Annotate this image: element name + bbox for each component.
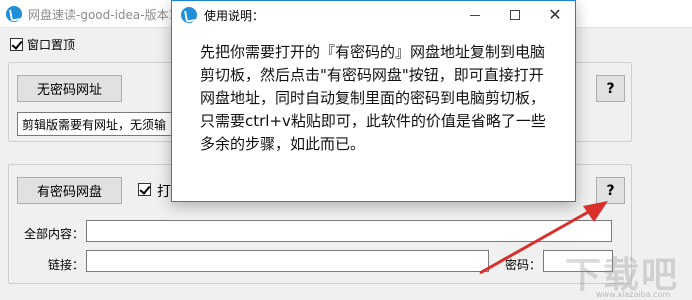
no-password-url-button[interactable]: 无密码网址 — [17, 75, 122, 102]
link-label: 链接： — [48, 258, 85, 272]
app-logo-icon — [181, 7, 197, 23]
with-password-button[interactable]: 有密码网盘 — [17, 177, 122, 204]
topmost-checkbox[interactable] — [10, 38, 23, 51]
link-input[interactable] — [86, 250, 489, 272]
dialog-title: 使用说明： — [204, 9, 265, 23]
minimize-button[interactable] — [455, 1, 495, 29]
all-content-label: 全部内容： — [24, 227, 85, 241]
no-password-help-button[interactable]: ? — [596, 75, 625, 102]
minimize-icon — [470, 14, 480, 16]
main-window-title: 网盘速读-good-idea-版本1 — [28, 8, 177, 22]
instructions-dialog: 使用说明： ✕ 先把你需要打开的『有密码的』网盘地址复制到电脑剪切板，然后点击"… — [171, 0, 576, 202]
dialog-body-text: 先把你需要打开的『有密码的』网盘地址复制到电脑剪切板，然后点击"有密码网盘"按钮… — [200, 43, 546, 153]
open-checkbox-label: 打 — [157, 184, 171, 200]
open-checkbox[interactable] — [138, 183, 151, 196]
topmost-label: 窗口置顶 — [27, 38, 76, 52]
close-button[interactable]: ✕ — [535, 1, 575, 29]
topmost-option[interactable]: 窗口置顶 — [10, 36, 75, 53]
maximize-button[interactable] — [495, 1, 535, 29]
maximize-icon — [510, 10, 520, 20]
dialog-titlebar[interactable]: 使用说明： ✕ — [172, 1, 575, 29]
watermark-url: www.xiazaiba.com — [596, 290, 671, 299]
app-logo-icon — [6, 6, 22, 22]
no-password-url-input[interactable]: 剪辑版需要有网址，无须输 — [17, 112, 177, 136]
close-icon: ✕ — [548, 5, 562, 24]
